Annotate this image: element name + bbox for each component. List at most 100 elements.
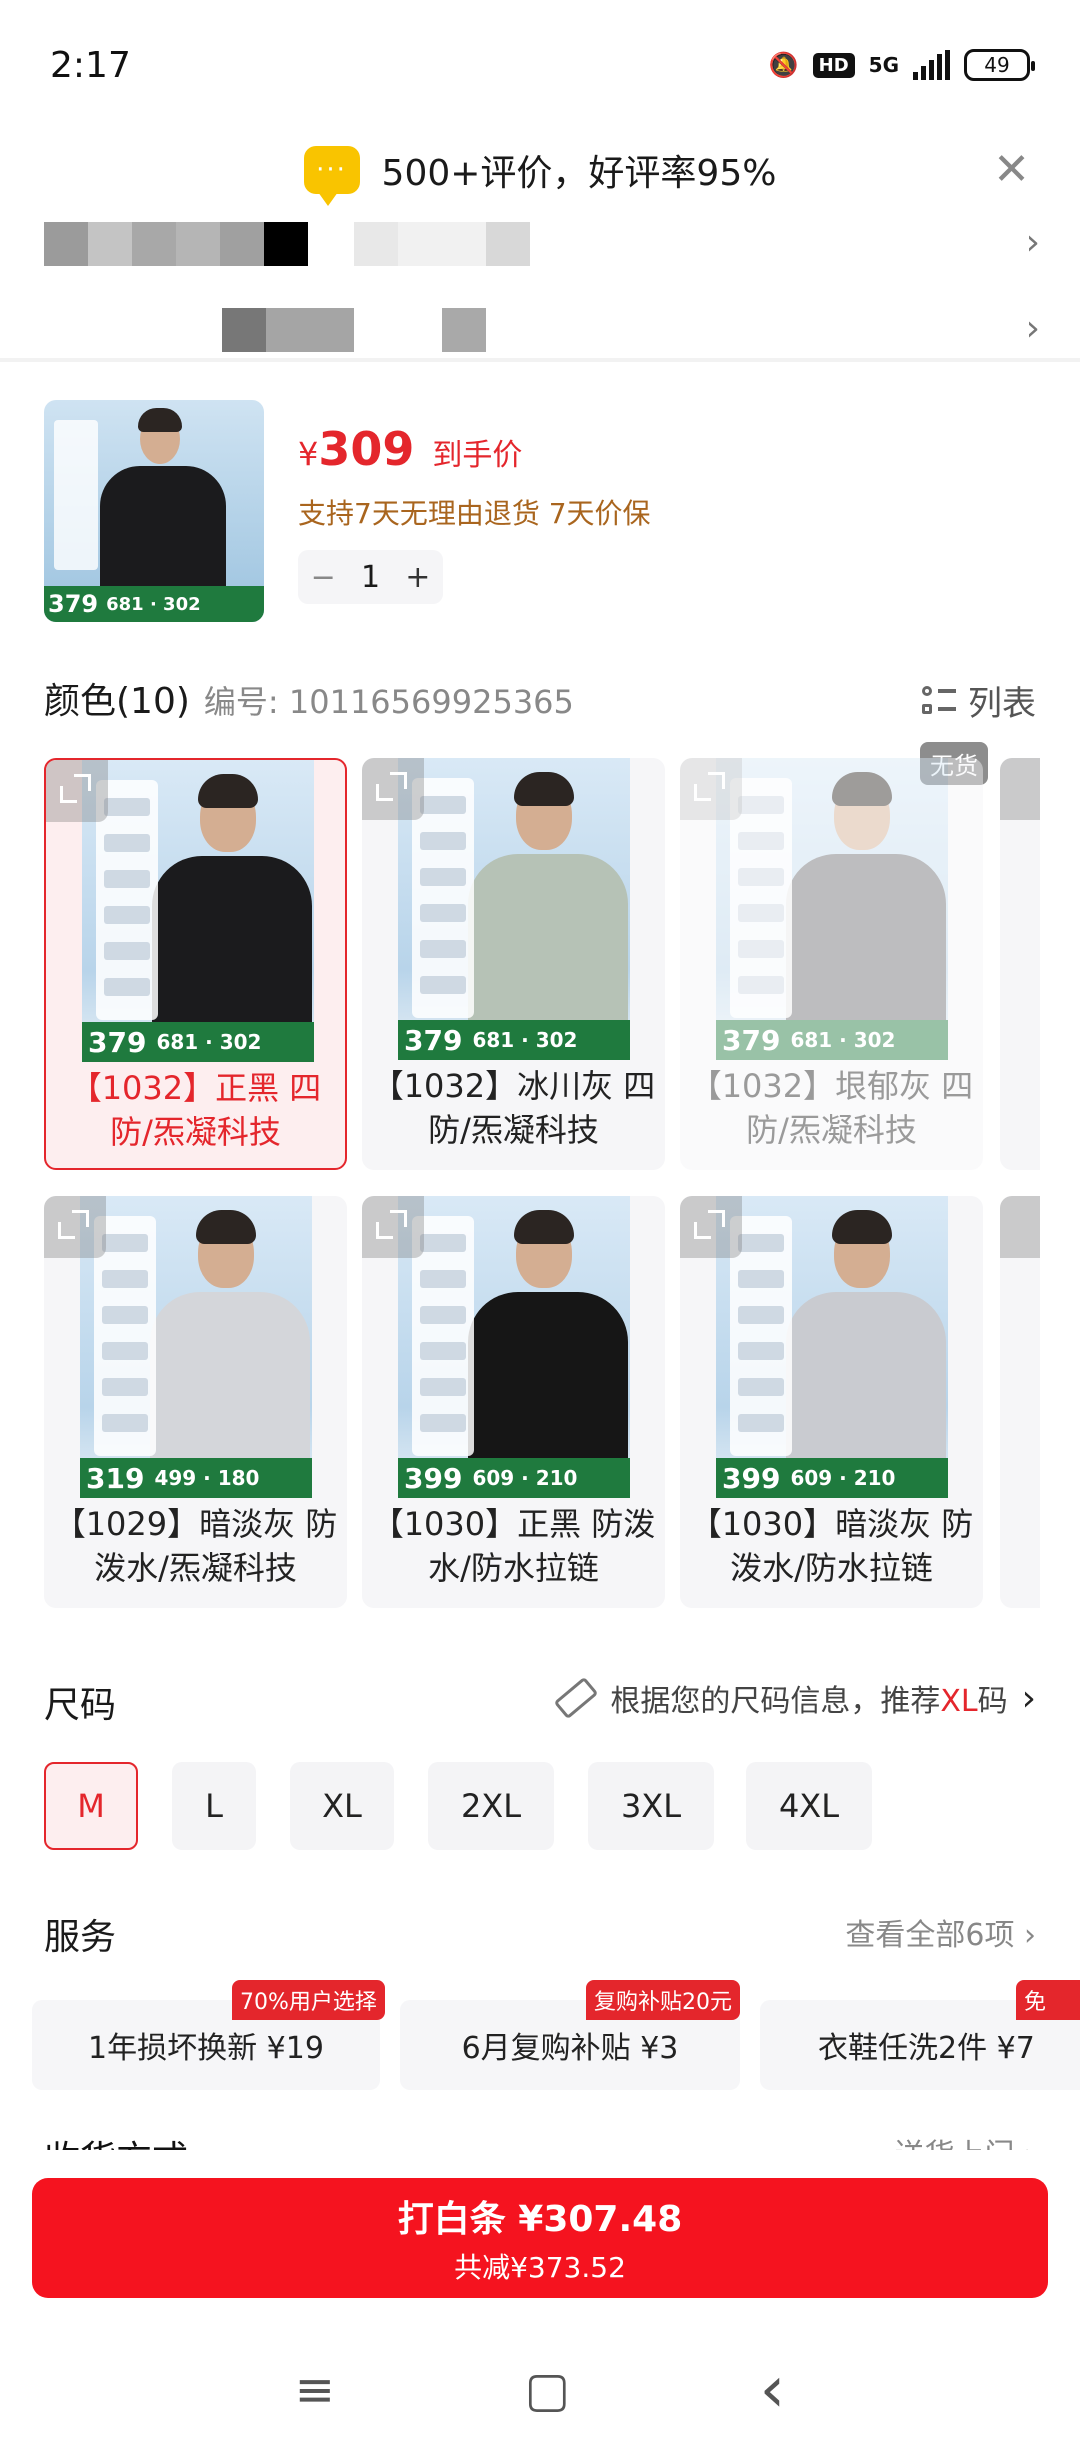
option-price: 379 (404, 1023, 463, 1057)
buy-button-discount: 共减¥373.52 (454, 2251, 626, 2284)
chevron-right-icon: › (1021, 1677, 1036, 1719)
size-option-4xl[interactable]: 4XL (746, 1762, 872, 1850)
service-label: 衣鞋任洗2件 ¥7 (818, 2031, 1035, 2066)
back-icon[interactable]: ‹ (760, 2353, 786, 2427)
expand-icon[interactable] (46, 760, 108, 822)
color-option-image: 379 681 · 302 (82, 760, 314, 1062)
color-option-peek[interactable] (1000, 758, 1040, 1170)
option-strip: 609 · 210 (790, 1466, 896, 1490)
return-policy: 支持7天无理由退货 7天价保 (298, 497, 651, 530)
quantity-stepper: − 1 + (298, 550, 443, 604)
color-option[interactable]: 399 609 · 210 【1030】暗淡灰 防泼水/防水拉链 (680, 1196, 983, 1608)
hint-suffix: 码 (977, 1684, 1008, 1719)
service-tag: 复购补贴20元 (586, 1980, 740, 2020)
color-option[interactable]: 399 609 · 210 【1030】正黑 防泼水/防水拉链 (362, 1196, 665, 1608)
price-value: 309 (318, 422, 415, 476)
ruler-icon (553, 1676, 599, 1720)
expand-icon[interactable] (362, 1196, 424, 1258)
option-strip: 681 · 302 (156, 1030, 262, 1054)
buy-button[interactable]: 打白条 ¥307.48 共减¥373.52 (32, 2178, 1048, 2298)
list-icon (922, 684, 956, 718)
mute-icon: 🔕 (768, 51, 799, 79)
expand-icon[interactable] (680, 758, 742, 820)
hint-prefix: 根据您的尺码信息，推荐 (610, 1684, 941, 1719)
color-option-peek[interactable] (1000, 1196, 1040, 1608)
size-option-2xl[interactable]: 2XL (428, 1762, 554, 1850)
color-option[interactable]: 379 681 · 302 【1032】垠郁灰 四防/炁凝科技 (680, 758, 983, 1170)
review-banner[interactable]: ··· 500+评价，好评率95% ✕ (0, 130, 1080, 210)
sku-code: 编号: 10116569925365 (203, 683, 574, 721)
expand-icon[interactable] (680, 1196, 742, 1258)
home-icon[interactable]: ▢ (525, 2362, 570, 2418)
option-price: 379 (88, 1025, 147, 1059)
size-section-title: 尺码 (44, 1685, 117, 1726)
option-price: 399 (404, 1461, 463, 1495)
option-strip: 681 · 302 (472, 1028, 578, 1052)
quantity-value[interactable]: 1 (361, 560, 380, 595)
color-option-label: 【1030】正黑 防泼水/防水拉链 (371, 1505, 656, 1587)
product-header: 379 681 · 302 ¥ 309 到手价 支持7天无理由退货 7天价保 −… (44, 400, 1044, 630)
status-time: 2:17 (50, 44, 131, 86)
color-option-label: 【1032】冰川灰 四防/炁凝科技 (371, 1067, 656, 1149)
hint-size: XL (940, 1684, 978, 1719)
divider (0, 358, 1080, 362)
option-price: 319 (86, 1461, 145, 1495)
color-option-image: 379 681 · 302 (398, 758, 630, 1060)
color-option-image: 319 499 · 180 (80, 1196, 312, 1498)
thumb-price: 379 (48, 590, 99, 618)
color-option[interactable]: 379 681 · 302 【1032】正黑 四防/炁凝科技 (44, 758, 347, 1170)
expand-icon[interactable] (362, 758, 424, 820)
signal-icon (913, 50, 950, 80)
list-view-toggle[interactable]: 列表 (922, 676, 1036, 725)
status-icons: 🔕 HD 5G 49 (768, 49, 1035, 81)
color-option-image: 399 609 · 210 (716, 1196, 948, 1498)
price-symbol: ¥ (298, 435, 319, 473)
option-strip: 499 · 180 (154, 1466, 260, 1490)
size-option-l[interactable]: L (172, 1762, 256, 1850)
menu-icon[interactable]: ≡ (295, 2362, 335, 2418)
status-bar: 2:17 🔕 HD 5G 49 (0, 0, 1080, 130)
buy-button-label: 打白条 ¥307.48 (397, 2199, 683, 2240)
view-all-services[interactable]: 查看全部6项 › (845, 1910, 1036, 1954)
service-tag: 70%用户选择 (232, 1980, 385, 2020)
service-section-title: 服务 (44, 1917, 117, 1958)
battery-level: 49 (984, 53, 1010, 77)
chat-bubble-icon: ··· (303, 146, 360, 206)
option-strip: 681 · 302 (790, 1028, 896, 1052)
price-label: 到手价 (432, 438, 523, 473)
thumb-strip: 681 · 302 (106, 593, 201, 615)
color-option-label: 【1029】暗淡灰 防泼水/炁凝科技 (53, 1505, 338, 1587)
color-option-label: 【1030】暗淡灰 防泼水/防水拉链 (689, 1505, 974, 1587)
color-option[interactable]: 319 499 · 180 【1029】暗淡灰 防泼水/炁凝科技 (44, 1196, 347, 1608)
service-label: 6月复购补贴 ¥3 (461, 2031, 679, 2066)
blurred-info-row[interactable]: › (0, 298, 1080, 358)
size-option-xl[interactable]: XL (290, 1762, 394, 1850)
list-toggle-label: 列表 (968, 684, 1036, 724)
battery-icon: 49 (964, 49, 1035, 81)
color-option-label: 【1032】正黑 四防/炁凝科技 (69, 1069, 322, 1151)
plus-button[interactable]: + (405, 560, 430, 595)
color-option-image: 379 681 · 302 (716, 758, 948, 1060)
service-tag: 免 (1016, 1980, 1080, 2020)
option-price: 379 (722, 1023, 781, 1057)
final-price: ¥ 309 到手价 (298, 422, 522, 476)
service-label: 1年损坏换新 ¥19 (88, 2031, 324, 2066)
color-section-title: 颜色(10) 编号: 10116569925365 (44, 672, 574, 724)
color-title: 颜色(10) (44, 681, 190, 722)
blurred-address-row[interactable]: › (0, 212, 1080, 272)
minus-button[interactable]: − (311, 560, 336, 595)
product-thumbnail[interactable]: 379 681 · 302 (44, 400, 264, 622)
expand-icon[interactable] (44, 1196, 106, 1258)
close-icon[interactable]: ✕ (993, 144, 1030, 195)
color-option-image: 399 609 · 210 (398, 1196, 630, 1498)
system-nav-bar: ≡ ▢ ‹ (0, 2320, 1080, 2460)
size-option-3xl[interactable]: 3XL (588, 1762, 714, 1850)
color-option-label: 【1032】垠郁灰 四防/炁凝科技 (689, 1067, 974, 1149)
option-strip: 609 · 210 (472, 1466, 578, 1490)
chevron-right-icon[interactable]: › (1026, 222, 1040, 263)
color-option[interactable]: 379 681 · 302 【1032】冰川灰 四防/炁凝科技 (362, 758, 665, 1170)
size-recommendation[interactable]: 根据您的尺码信息，推荐XL码 › (553, 1676, 1036, 1720)
size-option-m[interactable]: M (44, 1762, 138, 1850)
review-text: 500+评价，好评率95% (381, 153, 777, 194)
chevron-right-icon[interactable]: › (1026, 308, 1040, 349)
